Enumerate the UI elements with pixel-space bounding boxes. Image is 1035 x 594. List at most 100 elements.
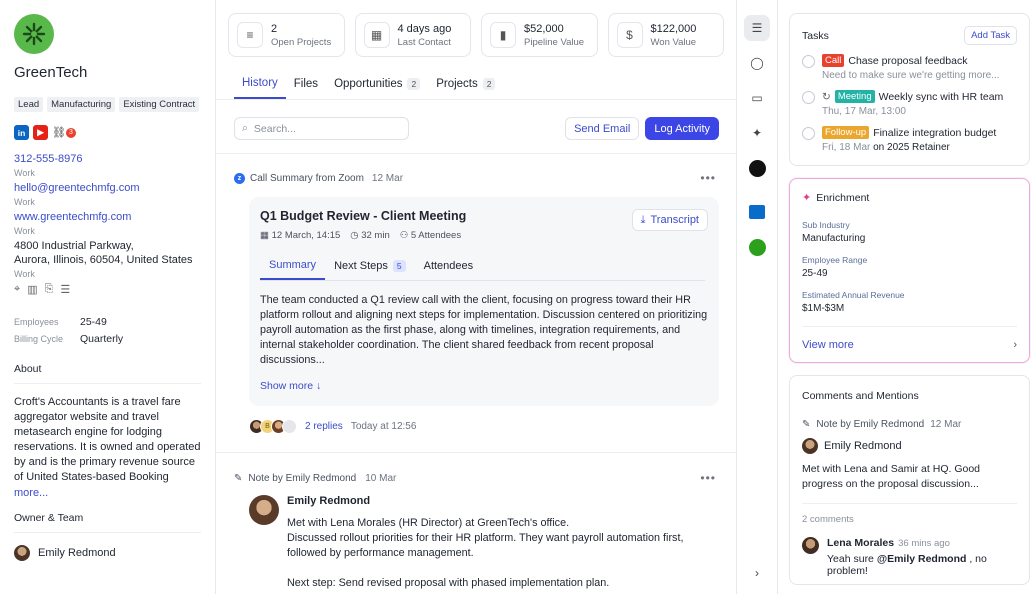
log-activity-button[interactable]: Log Activity (645, 117, 719, 140)
phone-link[interactable]: 312-555-8976 (14, 152, 201, 166)
replies-link[interactable]: 2 replies (305, 421, 343, 432)
paperclip-icon[interactable]: ⎘ (45, 283, 54, 296)
stat-value: $52,000 (524, 22, 564, 35)
website-link[interactable]: www.greentechmfg.com (14, 210, 201, 224)
tag-lead[interactable]: Lead (14, 97, 44, 112)
add-task-button[interactable]: Add Task (964, 26, 1017, 45)
link-icon[interactable]: ⛓ (52, 126, 66, 139)
enrich-label: Estimated Annual Revenue (802, 290, 905, 300)
tab-count-badge: 2 (482, 78, 496, 90)
note-line: Discussed rollout priorities for their H… (287, 532, 684, 559)
owner-row[interactable]: Emily Redmond (14, 545, 201, 561)
enrich-label: Employee Range (802, 255, 868, 265)
spotify-icon[interactable] (744, 155, 770, 181)
employees-label: Employees (14, 317, 59, 327)
download-icon: ⤓ (640, 213, 646, 226)
task-title[interactable]: Chase proposal feedback (848, 55, 967, 67)
tab-label: History (242, 77, 278, 89)
note-line: Next step: Send revised proposal with ph… (287, 577, 610, 589)
stats-row: ≡ 2 Open Projects ▦ 4 days ago Last Contac… (216, 0, 736, 57)
company-tags: Lead Manufacturing Existing Contract (14, 97, 201, 112)
tag-manufacturing[interactable]: Manufacturing (47, 97, 116, 112)
owner-team-title: Owner & Team (14, 512, 201, 533)
stat-open-projects[interactable]: ≡ 2 Open Projects (228, 13, 345, 57)
transcript-label: Transcript (650, 214, 700, 226)
search-icon: ⌕ (242, 122, 248, 134)
list-icon[interactable]: ☰ (60, 283, 70, 296)
stat-label: Pipeline Value (524, 36, 585, 48)
email-link[interactable]: hello@greentechmfg.com (14, 181, 201, 195)
comment-source: Note by Emily Redmond (816, 419, 925, 430)
contact-details: 312-555-8976 Work hello@greentechmfg.com… (14, 152, 201, 296)
author-avatar (802, 438, 818, 454)
map-icon[interactable]: ▥ (27, 283, 37, 296)
meta-attendees: ⚇ 5 Attendees (400, 230, 461, 241)
more-options-icon[interactable]: ••• (700, 471, 716, 485)
quickbooks-icon[interactable] (744, 234, 770, 260)
outlook-icon[interactable] (744, 199, 770, 225)
view-more-button[interactable]: View more › (802, 326, 1017, 351)
enrich-value: 25-49 (802, 268, 828, 279)
check-circle-icon[interactable]: ◯ (744, 50, 770, 76)
task-sub: Need to make sure we're getting more... (822, 70, 1000, 81)
stat-pipeline-value[interactable]: ▮ $52,000 Pipeline Value (481, 13, 598, 57)
note-edit-icon: ✎ (802, 419, 811, 430)
task-sub: Fri, 18 Mar (822, 142, 871, 153)
website-label: Work (14, 226, 35, 236)
owner-name: Emily Redmond (38, 547, 116, 559)
call-source: Call Summary from Zoom (250, 172, 364, 184)
meta-date-text: 12 March, 14:15 (271, 230, 341, 241)
chevron-right-icon: › (1013, 339, 1017, 351)
tab-projects[interactable]: Projects 2 (428, 71, 503, 99)
tab-files[interactable]: Files (286, 71, 326, 99)
task-title[interactable]: Finalize integration budget (873, 127, 996, 139)
tab-label: Projects (436, 78, 478, 90)
avatar (282, 419, 297, 434)
search-input[interactable]: ⌕ Search... (234, 117, 409, 140)
calendar-icon: ▦ (260, 230, 269, 241)
show-more-link[interactable]: Show more ↓ (260, 380, 708, 392)
transcript-button[interactable]: ⤓ Transcript (631, 209, 708, 231)
send-email-button[interactable]: Send Email (565, 117, 640, 140)
about-text: Croft's Accountants is a travel fare agg… (14, 396, 201, 483)
reply-time: 36 mins ago (898, 538, 950, 549)
tag-existing-contract[interactable]: Existing Contract (119, 97, 200, 112)
employees-row: Employees 25-49 (14, 316, 201, 328)
task-checkbox[interactable] (802, 55, 815, 68)
billing-value: Quarterly (80, 333, 124, 345)
mention-link[interactable]: @Emily Redmond (877, 553, 967, 565)
comments-panel: Comments and Mentions ✎ Note by Emily Re… (789, 375, 1030, 585)
comment-source-row: ✎ Note by Emily Redmond 12 Mar (802, 419, 1017, 430)
sparkle-icon[interactable]: ✦ (744, 120, 770, 146)
employees-value: 25-49 (80, 316, 107, 328)
email-label: Work (14, 197, 35, 207)
chevron-right-icon[interactable]: › (744, 560, 770, 586)
subtab-next-steps[interactable]: Next Steps 5 (325, 254, 415, 280)
task-checkbox[interactable] (802, 127, 815, 140)
address-actions: ⌖ ▥ ⎘ ☰ (14, 283, 201, 296)
subtab-summary[interactable]: Summary (260, 254, 326, 280)
youtube-icon[interactable]: ▶ (33, 125, 48, 140)
more-options-icon[interactable]: ••• (700, 171, 716, 185)
stat-label: Open Projects (271, 36, 332, 48)
stat-value: 2 (271, 22, 278, 35)
subtab-attendees[interactable]: Attendees (415, 254, 483, 280)
about-more-link[interactable]: more... (14, 487, 201, 499)
task-title[interactable]: Weekly sync with HR team (879, 91, 1004, 103)
linkedin-icon[interactable]: in (14, 125, 29, 140)
comments-count[interactable]: 2 comments (802, 503, 1017, 525)
reply-avatars: B (249, 419, 297, 434)
chat-icon[interactable]: ▭ (744, 85, 770, 111)
stat-won-value[interactable]: $ $122,000 Won Value (607, 13, 724, 57)
tab-history[interactable]: History (234, 71, 286, 99)
search-placeholder: Search... (253, 122, 296, 135)
note-author: Emily Redmond (287, 495, 371, 507)
stack-icon[interactable]: ☰ (744, 15, 770, 41)
stat-last-contact[interactable]: ▦ 4 days ago Last Contact (354, 13, 471, 57)
stat-value: $122,000 (650, 22, 697, 35)
tab-opportunities[interactable]: Opportunities 2 (326, 71, 428, 99)
task-sub-extra: on 2025 Retainer (873, 142, 950, 153)
company-sidebar: GreenTech Lead Manufacturing Existing Co… (0, 0, 216, 594)
map-pin-icon[interactable]: ⌖ (14, 283, 20, 296)
task-checkbox[interactable] (802, 91, 815, 104)
